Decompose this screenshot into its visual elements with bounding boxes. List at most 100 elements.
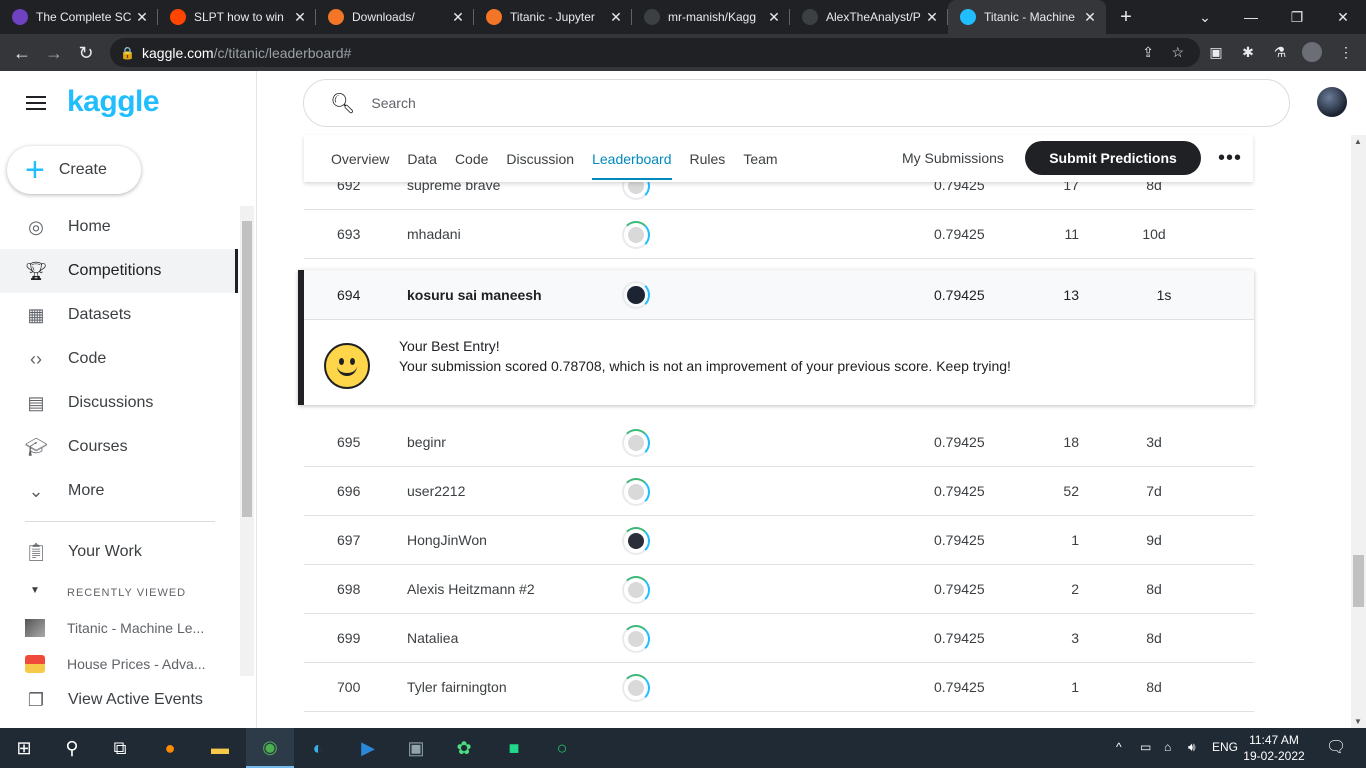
puzzle-icon[interactable]: ✱: [1238, 42, 1258, 62]
search-bar[interactable]: 🔍︎ Search: [303, 79, 1290, 127]
tab-search-icon[interactable]: ⌄: [1182, 0, 1228, 34]
team-avatar[interactable]: [622, 281, 650, 309]
tab-rules[interactable]: Rules: [690, 135, 726, 182]
browser-tab[interactable]: Downloads/ ✕: [316, 0, 474, 34]
team-name[interactable]: Tyler fairnington: [407, 679, 507, 695]
table-row[interactable]: 700 Tyler fairnington 0.79425 1 8d: [304, 663, 1254, 712]
recent-item[interactable]: House Prices - Adva...: [25, 655, 206, 673]
table-row[interactable]: 698 Alexis Heitzmann #2 0.79425 2 8d: [304, 565, 1254, 614]
table-row[interactable]: 697 HongJinWon 0.79425 1 9d: [304, 516, 1254, 565]
menu-icon[interactable]: [26, 96, 46, 110]
browser-tab[interactable]: The Complete SC ✕: [0, 0, 158, 34]
sidebar-item-competitions[interactable]: 🏆︎ Competitions: [0, 249, 238, 293]
device-manager-icon[interactable]: ▣: [392, 728, 440, 768]
url-field[interactable]: 🔒 kaggle.com/c/titanic/leaderboard# ⇪ ☆: [110, 38, 1200, 67]
close-tab-icon[interactable]: ✕: [450, 9, 466, 26]
battery-icon[interactable]: ▭: [1140, 740, 1151, 754]
close-tab-icon[interactable]: ✕: [608, 9, 624, 26]
submit-predictions-button[interactable]: Submit Predictions: [1025, 141, 1201, 175]
sidebar-item-home[interactable]: ◎ Home: [0, 205, 238, 249]
volume-icon[interactable]: 🔊︎: [1188, 740, 1196, 755]
reload-icon[interactable]: ↻: [72, 39, 100, 67]
tab-leaderboard[interactable]: Leaderboard: [592, 135, 672, 182]
team-avatar[interactable]: [622, 576, 650, 604]
team-avatar[interactable]: [622, 674, 650, 702]
table-row-current-user[interactable]: 694 kosuru sai maneesh 0.79425 13 1s: [304, 270, 1254, 320]
team-avatar[interactable]: [622, 429, 650, 457]
browser-tab[interactable]: mr-manish/Kagg ✕: [632, 0, 790, 34]
firefox-icon[interactable]: ●: [146, 728, 194, 768]
bookmark-star-icon[interactable]: ☆: [1171, 44, 1184, 61]
sidebar-item-courses[interactable]: 🎓︎ Courses: [0, 425, 238, 469]
lab-icon[interactable]: ⚗: [1270, 42, 1290, 62]
chrome-icon[interactable]: ◉: [246, 728, 294, 768]
sidebar-scrollbar[interactable]: [240, 206, 254, 676]
scrollbar-thumb[interactable]: [242, 221, 252, 517]
scroll-down-icon[interactable]: ▼: [1354, 717, 1362, 726]
powershell-icon[interactable]: ▶: [344, 728, 392, 768]
table-row[interactable]: 693 mhadani 0.79425 11 10d: [304, 210, 1254, 259]
new-tab-icon[interactable]: +: [1106, 0, 1146, 34]
tab-code[interactable]: Code: [455, 135, 488, 182]
collapse-arrow-icon[interactable]: ▼: [30, 585, 40, 596]
scrollbar-thumb[interactable]: [1353, 555, 1364, 607]
team-name[interactable]: user2212: [407, 483, 465, 499]
team-avatar[interactable]: [622, 527, 650, 555]
table-row[interactable]: 696 user2212 0.79425 52 7d: [304, 467, 1254, 516]
close-tab-icon[interactable]: ✕: [292, 9, 308, 26]
language-indicator[interactable]: ENG: [1212, 740, 1238, 754]
file-explorer-icon[interactable]: ▬: [196, 728, 244, 768]
close-window-icon[interactable]: ✕: [1320, 0, 1366, 34]
windows-start-icon[interactable]: ⊞: [0, 728, 48, 768]
team-avatar[interactable]: [622, 478, 650, 506]
team-name[interactable]: HongJinWon: [407, 532, 487, 548]
more-options-icon[interactable]: •••: [1218, 147, 1242, 170]
clock[interactable]: 11:47 AM 19-02-2022: [1238, 732, 1310, 764]
tab-discussion[interactable]: Discussion: [506, 135, 574, 182]
table-row[interactable]: 699 Nataliea 0.79425 3 8d: [304, 614, 1254, 663]
search-icon[interactable]: ⚲: [48, 728, 96, 768]
my-submissions-link[interactable]: My Submissions: [902, 150, 1004, 166]
scroll-up-icon[interactable]: ▲: [1354, 137, 1362, 146]
browser-menu-icon[interactable]: ⋮: [1336, 42, 1356, 62]
tab-overview[interactable]: Overview: [331, 135, 389, 182]
sidebar-item-your-work[interactable]: 📋︎ Your Work: [0, 530, 238, 574]
task-view-icon[interactable]: ⧉: [96, 728, 144, 768]
back-icon[interactable]: ←: [8, 39, 36, 67]
sidebar-item-code[interactable]: ‹› Code: [0, 337, 238, 381]
notifications-icon[interactable]: 🗨︎: [1326, 737, 1346, 757]
edge-icon[interactable]: ◐: [294, 728, 342, 768]
loading-app-icon[interactable]: ○: [538, 728, 586, 768]
sidebar-item-datasets[interactable]: ▦ Datasets: [0, 293, 238, 337]
chatgpt-icon[interactable]: ✿: [440, 728, 488, 768]
forward-icon[interactable]: →: [40, 39, 68, 67]
team-name[interactable]: Nataliea: [407, 630, 458, 646]
close-tab-icon[interactable]: ✕: [134, 9, 150, 26]
browser-tab[interactable]: Titanic - Jupyter ✕: [474, 0, 632, 34]
extension-icon[interactable]: ▣: [1206, 42, 1226, 62]
pycharm-icon[interactable]: ■: [490, 728, 538, 768]
sidebar-item-discussions[interactable]: ▤ Discussions: [0, 381, 238, 425]
team-name[interactable]: mhadani: [407, 226, 461, 242]
tab-data[interactable]: Data: [407, 135, 437, 182]
view-active-events[interactable]: ❐ View Active Events: [0, 678, 238, 722]
create-button[interactable]: + Create: [7, 146, 141, 194]
close-tab-icon[interactable]: ✕: [924, 9, 940, 26]
table-row[interactable]: 695 beginr 0.79425 18 3d: [304, 418, 1254, 467]
browser-tab[interactable]: SLPT how to win ✕: [158, 0, 316, 34]
tab-team[interactable]: Team: [743, 135, 777, 182]
profile-avatar[interactable]: [1302, 42, 1322, 62]
search-input[interactable]: Search: [371, 95, 415, 111]
team-name[interactable]: beginr: [407, 434, 446, 450]
minimize-icon[interactable]: —: [1228, 0, 1274, 34]
share-icon[interactable]: ⇪: [1142, 44, 1154, 61]
team-name[interactable]: kosuru sai maneesh: [407, 287, 542, 303]
close-tab-icon[interactable]: ✕: [766, 9, 782, 26]
tray-chevron-icon[interactable]: ^: [1116, 740, 1122, 754]
recent-item[interactable]: Titanic - Machine Le...: [25, 619, 204, 637]
team-avatar[interactable]: [622, 625, 650, 653]
user-avatar[interactable]: [1317, 87, 1347, 117]
network-icon[interactable]: ⌂: [1164, 740, 1171, 754]
restore-icon[interactable]: ❐: [1274, 0, 1320, 34]
sidebar-item-more[interactable]: ⌄ More: [0, 469, 238, 513]
